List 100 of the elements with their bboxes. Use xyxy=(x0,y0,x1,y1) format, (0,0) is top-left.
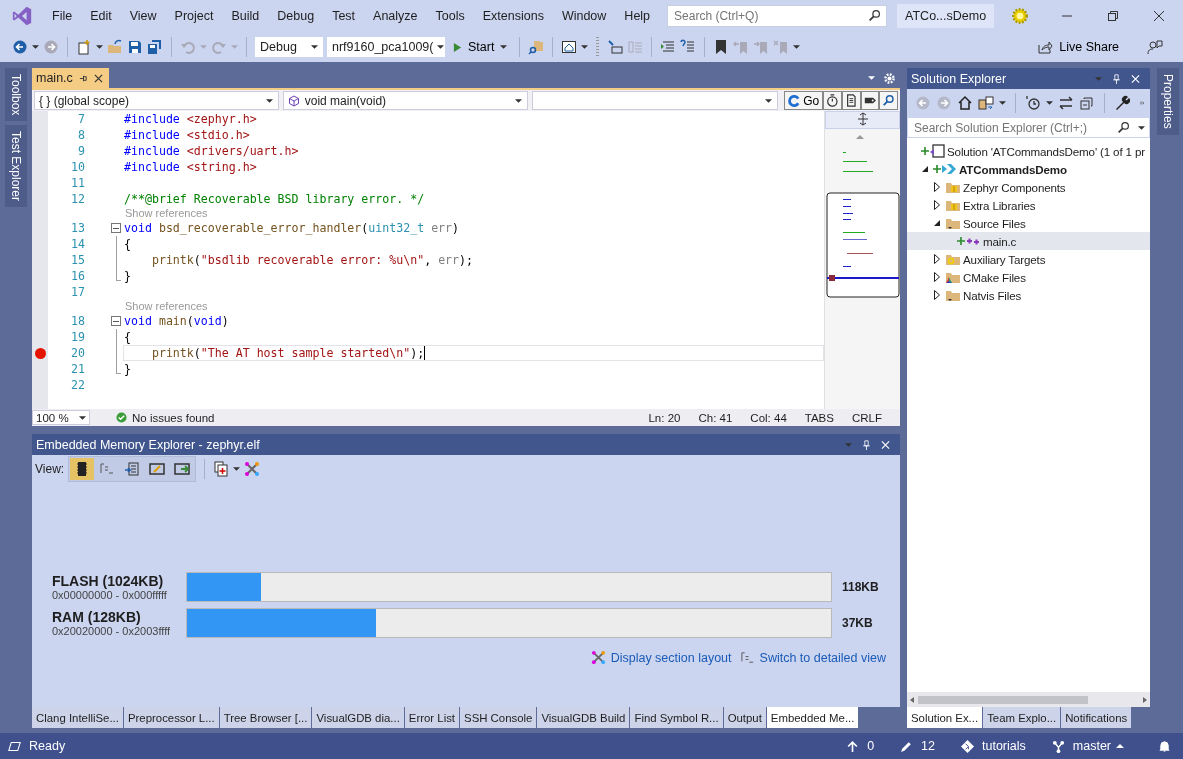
repository-name[interactable]: tutorials xyxy=(982,739,1026,753)
panel-tab[interactable]: Embedded Me... xyxy=(766,707,859,728)
menu-item[interactable]: Build xyxy=(222,9,269,23)
collapsed-arrow-icon[interactable] xyxy=(934,182,940,192)
switch-views-icon[interactable] xyxy=(978,95,994,111)
line-ending[interactable]: CRLF xyxy=(851,411,882,424)
horizontal-scrollbar[interactable] xyxy=(907,692,1150,707)
tree-item[interactable]: Solution 'ATCommandsDemo' (1 of 1 pr xyxy=(907,142,1150,160)
tree-item[interactable]: Source Files xyxy=(907,214,1150,232)
caret-icon[interactable] xyxy=(581,45,589,49)
expanded-arrow-icon[interactable] xyxy=(934,220,940,226)
menu-item[interactable]: Extensions xyxy=(473,9,553,23)
collapse-all-icon[interactable] xyxy=(1078,95,1095,111)
caret-up-icon[interactable] xyxy=(1116,744,1124,748)
caret-icon[interactable] xyxy=(1138,125,1145,130)
scope-dropdown[interactable]: { } (global scope) xyxy=(34,91,279,110)
caret-icon[interactable] xyxy=(96,45,103,49)
back-icon[interactable] xyxy=(12,39,28,55)
breakpoint-icon[interactable] xyxy=(34,347,46,359)
settings-icon[interactable] xyxy=(883,71,896,85)
indent-icon[interactable] xyxy=(680,39,697,55)
step-icon[interactable] xyxy=(607,39,624,55)
pin-icon[interactable] xyxy=(78,73,88,83)
tree-item[interactable]: Extra Libraries xyxy=(907,196,1150,214)
tree-item[interactable]: main.c xyxy=(907,232,1150,250)
caret-icon[interactable] xyxy=(999,101,1006,105)
panel-tab[interactable]: Notifications xyxy=(1061,707,1132,728)
function-dropdown[interactable]: void main(void) xyxy=(282,91,528,110)
panel-tab[interactable]: Team Explo... xyxy=(983,707,1061,728)
caret-icon[interactable] xyxy=(514,98,522,103)
close-icon[interactable] xyxy=(1153,10,1165,22)
caret-icon[interactable] xyxy=(793,45,801,49)
branch-name[interactable]: master xyxy=(1072,739,1111,753)
menu-item[interactable]: View xyxy=(120,9,166,23)
live-share-button[interactable]: Live Share xyxy=(1031,38,1125,56)
search-field[interactable]: Search (Ctrl+Q) xyxy=(667,5,888,27)
caret-icon[interactable] xyxy=(233,467,241,471)
changes-count[interactable]: 12 xyxy=(921,739,935,753)
side-tab[interactable]: Test Explorer xyxy=(5,125,27,208)
side-tab[interactable]: Toolbox xyxy=(5,68,27,122)
tree-item[interactable]: Zephyr Components xyxy=(907,178,1150,196)
open-folder-icon[interactable] xyxy=(107,39,123,55)
view-link[interactable]: Display section layout xyxy=(610,650,732,665)
close-icon[interactable] xyxy=(93,73,103,83)
target-dropdown[interactable]: nrf9160_pca1009( xyxy=(327,37,445,57)
caret-icon[interactable] xyxy=(32,45,39,49)
view-link[interactable]: Switch to detailed view xyxy=(759,650,886,665)
collapse-icon[interactable] xyxy=(111,316,121,326)
configuration-dropdown[interactable]: Debug xyxy=(255,37,323,57)
collapsed-arrow-icon[interactable] xyxy=(934,254,940,264)
menu-item[interactable]: Help xyxy=(615,9,660,23)
panel-tab[interactable]: Clang IntelliSe... xyxy=(32,707,123,728)
menu-item[interactable]: Window xyxy=(552,9,616,23)
caret-icon[interactable] xyxy=(500,45,508,49)
menu-item[interactable]: Test xyxy=(323,9,365,23)
new-item-icon[interactable] xyxy=(76,39,92,55)
notification-bell-icon[interactable] xyxy=(1158,739,1171,753)
panel-tab[interactable]: VisualGDB dia... xyxy=(312,707,404,728)
caret-icon[interactable] xyxy=(1045,101,1053,105)
search-field[interactable]: Search Solution Explorer (Ctrl+;) xyxy=(907,117,1150,138)
panel-tab[interactable]: VisualGDB Build xyxy=(537,707,630,728)
menu-item[interactable]: Debug xyxy=(268,9,324,23)
menu-item[interactable]: Tools xyxy=(426,9,474,23)
issues-status[interactable]: No issues found xyxy=(132,411,215,424)
panel-tab[interactable]: Preprocessor L... xyxy=(123,707,219,728)
pending-count[interactable]: 0 xyxy=(867,739,875,753)
gear-icon[interactable] xyxy=(1010,6,1031,26)
sync-icon[interactable] xyxy=(1057,95,1074,111)
tree-item[interactable]: CMake Files xyxy=(907,268,1150,286)
panel-tab[interactable]: Find Symbol R... xyxy=(630,707,723,728)
restore-icon[interactable] xyxy=(1107,10,1119,22)
save-icon[interactable] xyxy=(127,39,143,55)
view-mode-button[interactable] xyxy=(70,458,95,480)
search-icon[interactable] xyxy=(879,91,899,110)
history-icon[interactable] xyxy=(1024,95,1041,111)
tools-icon[interactable] xyxy=(244,461,261,477)
caret-icon[interactable] xyxy=(79,415,86,420)
indent-mode[interactable]: TABS xyxy=(804,411,834,424)
caret-icon[interactable] xyxy=(437,45,445,49)
caret-icon[interactable] xyxy=(311,45,318,49)
zoom-dropdown[interactable]: 100 % xyxy=(32,410,90,425)
home-icon[interactable] xyxy=(957,95,973,111)
caret-icon[interactable] xyxy=(265,98,273,103)
tree-item[interactable]: ATCommandsDemo xyxy=(907,160,1150,178)
collapsed-arrow-icon[interactable] xyxy=(934,272,940,282)
panel-tab[interactable]: SSH Console xyxy=(460,707,537,728)
tree-item[interactable]: Auxiliary Targets xyxy=(907,250,1150,268)
overflow-icon[interactable] xyxy=(1139,101,1144,105)
menu-item[interactable]: Project xyxy=(165,9,223,23)
save-all-icon[interactable] xyxy=(147,39,163,55)
collapsed-arrow-icon[interactable] xyxy=(934,290,940,300)
outdent-icon[interactable] xyxy=(660,39,677,55)
panel-tab[interactable]: Solution Ex... xyxy=(907,707,983,728)
panel-tab[interactable]: Error List xyxy=(404,707,460,728)
collapse-icon[interactable] xyxy=(111,223,121,233)
go-button[interactable]: Go xyxy=(784,91,824,110)
add-document-icon[interactable] xyxy=(213,461,230,477)
panel-tab[interactable]: Tree Browser [... xyxy=(219,707,312,728)
find-in-files-icon[interactable] xyxy=(528,39,545,55)
document-tab[interactable]: main.c xyxy=(32,68,109,88)
